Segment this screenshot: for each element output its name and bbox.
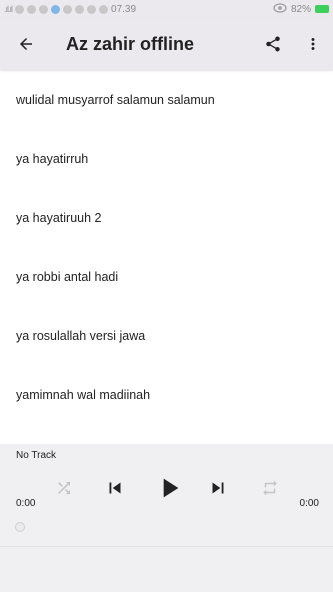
signal-icon: .ıl.ıl <box>4 4 13 14</box>
music-player: No Track 0:00 0:00 <box>0 444 333 546</box>
elapsed-time: 0:00 <box>16 498 36 509</box>
shuffle-icon <box>58 482 70 494</box>
repeat-icon <box>263 480 277 496</box>
bottom-area <box>0 546 333 592</box>
song-title: ya hayatirruh <box>16 151 89 166</box>
back-button[interactable] <box>0 18 52 70</box>
total-time: 0:00 <box>299 498 319 509</box>
next-button[interactable] <box>205 474 231 502</box>
list-item[interactable]: ya hayatirruh <box>0 129 333 188</box>
message-icon <box>87 4 97 14</box>
mail-icon <box>27 4 37 14</box>
dots-icon <box>99 4 109 14</box>
list-item[interactable]: yamimnah wal madiinah <box>0 365 333 424</box>
song-title: wulidal musyarrof salamun salamun <box>16 92 215 107</box>
skip-next-icon <box>212 482 224 494</box>
track-title: No Track <box>16 450 57 461</box>
arrow-back-icon <box>20 38 32 50</box>
list-item[interactable]: ya rosulallah versi jawa <box>0 306 333 365</box>
play-icon <box>163 478 179 498</box>
page-title: Az zahir offline <box>66 33 195 54</box>
app-bar: Az zahir offline <box>0 18 333 70</box>
battery-icon <box>315 5 329 13</box>
song-title: ya rosulallah versi jawa <box>16 328 146 343</box>
battery-percent: 82% <box>290 3 311 15</box>
status-time: 07.39 <box>111 3 137 15</box>
eye-icon <box>273 2 287 16</box>
previous-button[interactable] <box>102 474 128 502</box>
more-options-button[interactable] <box>293 18 333 70</box>
status-icons-left: .ıl.ıl 07.39 <box>4 4 136 15</box>
video-icon <box>75 4 85 14</box>
song-title: ya hayatiruuh 2 <box>16 210 102 225</box>
share-icon <box>266 36 280 52</box>
more-vert-icon <box>311 38 315 50</box>
chat-icon <box>51 4 61 14</box>
list-item[interactable]: ya hayatiruuh 2 <box>0 188 333 247</box>
song-title: ya robbi antal hadi <box>16 269 119 284</box>
usb-icon <box>63 4 73 14</box>
shuffle-button[interactable] <box>52 476 76 500</box>
list-item[interactable]: wulidal musyarrof salamun salamun <box>0 70 333 129</box>
play-button[interactable] <box>152 470 186 506</box>
seek-bar-thumb[interactable] <box>15 522 25 532</box>
skip-previous-icon <box>109 482 121 494</box>
list-item[interactable]: ya robbi antal hadi <box>0 247 333 306</box>
song-list: wulidal musyarrof salamun salamun ya hay… <box>0 70 333 424</box>
notification-icon <box>15 4 25 14</box>
status-icons-right: 82% <box>273 2 329 16</box>
repeat-button[interactable] <box>258 476 282 500</box>
song-title: yamimnah wal madiinah <box>16 387 151 402</box>
status-bar: .ıl.ıl 07.39 82% <box>0 0 333 18</box>
file-icon <box>39 4 49 14</box>
share-button[interactable] <box>253 18 293 70</box>
